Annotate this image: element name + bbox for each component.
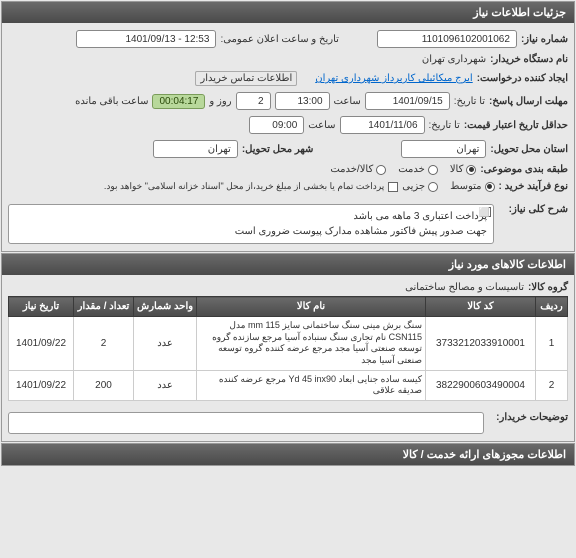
cell-name: کیسه ساده جنایی ابعاد Yd 45 inx90 مرجع ع… (197, 370, 426, 400)
table-row[interactable]: 13733212033910001سنگ برش مینی سنگ ساختما… (9, 317, 568, 371)
deadline-time-field: 13:00 (275, 92, 330, 110)
category-label: طبقه بندی موضوعی: (480, 164, 568, 175)
buyer-notes-field[interactable] (8, 412, 484, 434)
cell-idx: 1 (536, 317, 568, 371)
cell-date: 1401/09/22 (9, 317, 74, 371)
desc-box: ⬜ پرداخت اعتباری 3 ماهه می باشد جهت صدور… (8, 204, 494, 244)
col-code: کد کالا (426, 297, 536, 317)
remaining-label: ساعت باقی مانده (75, 96, 148, 107)
col-name: نام کالا (197, 297, 426, 317)
radio-goods[interactable] (466, 165, 476, 175)
category-radio-group: کالا خدمت کالا/خدمت (330, 164, 476, 175)
cell-idx: 2 (536, 370, 568, 400)
city-field: تهران (153, 140, 238, 158)
announce-label: تاریخ و ساعت اعلان عمومی: (220, 34, 339, 45)
radio-medium-label: متوسط (450, 181, 481, 192)
treasury-note: پرداخت تمام یا بخشی از مبلغ خرید،از محل … (104, 181, 384, 192)
purchase-type-radio-group: متوسط جزیی (402, 181, 494, 192)
announce-field: 12:53 - 1401/09/13 (76, 30, 216, 48)
panel-title: جزئیات اطلاعات نیاز (2, 2, 574, 23)
city-label: شهر محل تحویل: (242, 144, 314, 155)
desc-text: پرداخت اعتباری 3 ماهه می باشد جهت صدور پ… (235, 211, 487, 237)
licenses-panel-title: اطلاعات مجوزهای ارائه خدمت / کالا (2, 444, 574, 465)
days-label: روز و (209, 96, 231, 107)
items-panel: اطلاعات کالاهای مورد نیاز گروه کالا: تاس… (1, 253, 575, 442)
cell-unit: عدد (134, 317, 197, 371)
credit-prefix: تا تاریخ: (429, 120, 460, 131)
need-no-field: 1101096102001062 (377, 30, 517, 48)
radio-medium[interactable] (485, 182, 495, 192)
cell-code: 3733212033910001 (426, 317, 536, 371)
time-label-1: ساعت (334, 96, 361, 107)
credit-label: حداقل تاریخ اعتبار قیمت: (464, 120, 568, 131)
table-row[interactable]: 23822900603490004کیسه ساده جنایی ابعاد Y… (9, 370, 568, 400)
cell-name: سنگ برش مینی سنگ ساختمانی سایز 115 mm مد… (197, 317, 426, 371)
cell-code: 3822900603490004 (426, 370, 536, 400)
province-label: استان محل تحویل: (490, 144, 568, 155)
expand-icon[interactable]: ⬜ (481, 207, 491, 217)
days-field: 2 (236, 92, 271, 110)
purchase-type-label: نوع فرآیند خرید : (499, 181, 568, 192)
col-date: تاریخ نیاز (9, 297, 74, 317)
cell-unit: عدد (134, 370, 197, 400)
cell-date: 1401/09/22 (9, 370, 74, 400)
deadline-date-field: 1401/09/15 (365, 92, 450, 110)
deadline-label: مهلت ارسال پاسخ: (489, 96, 568, 107)
need-no-label: شماره نیاز: (521, 34, 568, 45)
licenses-panel: اطلاعات مجوزهای ارائه خدمت / کالا (1, 443, 575, 466)
province-field: تهران (401, 140, 486, 158)
treasury-checkbox[interactable] (388, 182, 398, 192)
cell-qty: 2 (74, 317, 134, 371)
details-panel: جزئیات اطلاعات نیاز شماره نیاز: 11010961… (1, 1, 575, 252)
radio-service-label: خدمت (398, 164, 425, 175)
group-label: گروه کالا: (528, 282, 568, 293)
credit-date-field: 1401/11/06 (340, 116, 425, 134)
contact-info-link[interactable]: اطلاعات تماس خریدار (195, 71, 297, 86)
cell-qty: 200 (74, 370, 134, 400)
requester-label: ایجاد کننده درخواست: (477, 73, 568, 84)
buyer-org-label: نام دستگاه خریدار: (490, 54, 568, 65)
radio-partial-label: جزیی (402, 181, 425, 192)
time-label-2: ساعت (308, 120, 335, 131)
col-unit: واحد شمارش (134, 297, 197, 317)
requester-link[interactable]: ایرج میکائیلی کاربرداز شهرداری تهران (315, 73, 472, 84)
col-qty: تعداد / مقدار (74, 297, 134, 317)
buyer-org-value: شهرداری تهران (422, 54, 486, 65)
radio-both[interactable] (376, 165, 386, 175)
items-table: ردیف کد کالا نام کالا واحد شمارش تعداد /… (8, 296, 568, 401)
radio-both-label: کالا/خدمت (330, 164, 373, 175)
buyer-notes-label: توضیحات خریدار: (488, 412, 568, 423)
col-row: ردیف (536, 297, 568, 317)
credit-time-field: 09:00 (249, 116, 304, 134)
radio-partial[interactable] (428, 182, 438, 192)
remaining-time-badge: 00:04:17 (152, 94, 205, 109)
deadline-prefix: تا تاریخ: (454, 96, 485, 107)
radio-service[interactable] (428, 165, 438, 175)
items-panel-title: اطلاعات کالاهای مورد نیاز (2, 254, 574, 275)
desc-label: شرح کلی نیاز: (498, 204, 568, 215)
radio-goods-label: کالا (450, 164, 464, 175)
group-value: تاسیسات و مصالح ساختمانی (405, 282, 524, 293)
